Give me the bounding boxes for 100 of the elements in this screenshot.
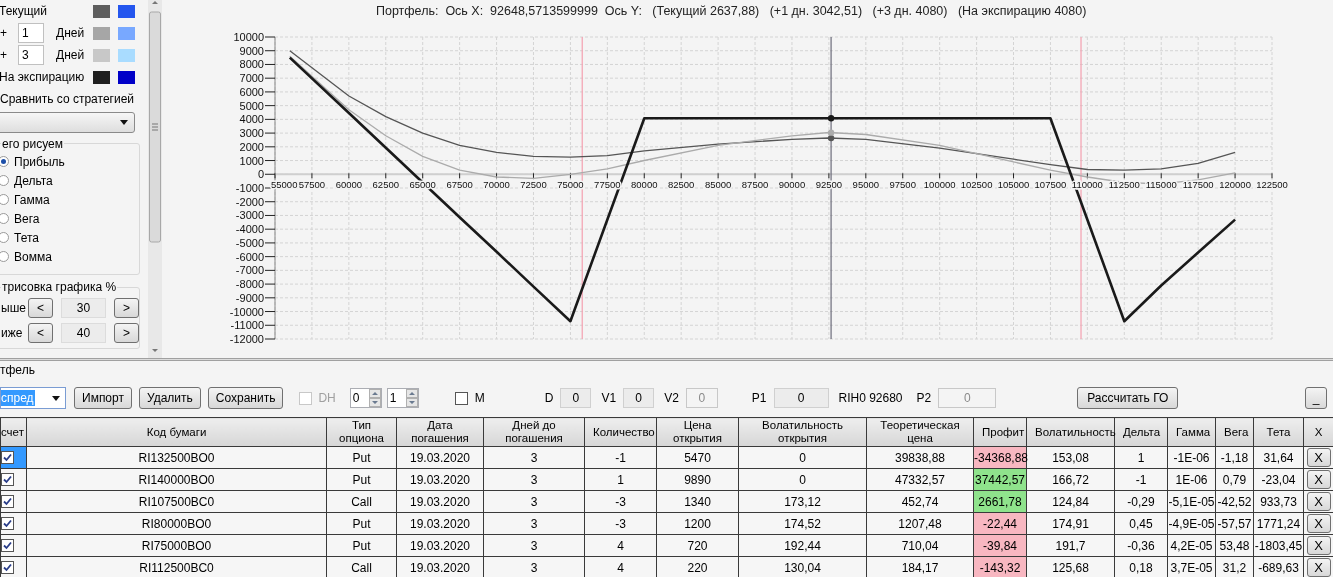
- column-header[interactable]: Тип опциона: [326, 417, 397, 447]
- calc-button[interactable]: Рассчитать ГО: [1077, 387, 1179, 409]
- increase-button[interactable]: >: [114, 323, 139, 343]
- table-cell: -1803,45: [1253, 534, 1304, 557]
- field-label: P2: [916, 390, 932, 407]
- radio-button[interactable]: [0, 194, 9, 205]
- delete-button[interactable]: X: [1306, 492, 1331, 511]
- y-tick-label: -2000: [235, 195, 264, 208]
- scrollbar[interactable]: [148, 0, 162, 358]
- row-checkbox[interactable]: [1, 451, 14, 464]
- color-swatch[interactable]: [118, 4, 135, 18]
- column-header[interactable]: Вега: [1215, 417, 1254, 447]
- column-header[interactable]: Тета: [1253, 417, 1304, 447]
- table-cell: -1: [584, 446, 657, 469]
- toolbar-button[interactable]: Импорт: [74, 387, 132, 409]
- radio-button[interactable]: [0, 232, 9, 243]
- compare-label: Сравнить со стратегией: [0, 91, 134, 108]
- decrease-button[interactable]: <: [28, 323, 53, 343]
- table-cell: 0,79: [1215, 468, 1254, 491]
- column-header[interactable]: Количество: [584, 417, 657, 447]
- x-tick-label: 55000: [271, 179, 298, 191]
- color-swatch[interactable]: [93, 48, 110, 62]
- days-field[interactable]: 3: [18, 45, 44, 65]
- caret-icon: [120, 120, 128, 125]
- delete-button[interactable]: X: [1306, 536, 1331, 555]
- color-swatch[interactable]: [118, 26, 135, 40]
- column-header[interactable]: Гамма: [1167, 417, 1216, 447]
- radio-label: Гамма: [14, 191, 50, 209]
- row-checkbox[interactable]: [1, 539, 14, 552]
- color-swatch[interactable]: [118, 70, 135, 84]
- value-field[interactable]: 0: [623, 388, 655, 408]
- radio-button[interactable]: [0, 251, 9, 262]
- y-tick-label: -11000: [230, 319, 264, 332]
- column-header[interactable]: Теоретическая цена: [866, 417, 974, 447]
- radio-label: Тета: [14, 229, 39, 247]
- days-field[interactable]: 1: [18, 23, 44, 43]
- delete-button[interactable]: X: [1306, 514, 1331, 533]
- table-cell: RI75000BO0: [26, 534, 327, 557]
- row-checkbox[interactable]: [1, 495, 14, 508]
- table-cell: 173,12: [738, 490, 867, 513]
- decrease-button[interactable]: <: [28, 298, 53, 318]
- x-tick-label: 80000: [631, 179, 658, 191]
- column-header[interactable]: Дата погашения: [396, 417, 484, 447]
- table-row[interactable]: RI112500BC0 Call 19.03.2020 3 4 220 130,04 184,17 -143,32 125,68 0,18 3,7E-05 31,2 -689,63 X: [0, 556, 1333, 577]
- value-field[interactable]: 0: [773, 388, 829, 408]
- table-cell: 720: [656, 534, 739, 557]
- table-row[interactable]: RI107500BC0 Call 19.03.2020 3 -3 1340 173,12 452,74 2661,78 124,84 -0,29 -5,1E-05 -42,52 933,73 X: [0, 490, 1333, 513]
- radio-button[interactable]: [0, 213, 9, 224]
- table-cell: 124,84: [1026, 490, 1115, 513]
- m-checkbox[interactable]: [454, 391, 468, 405]
- x-tick-label: 92500: [815, 179, 843, 191]
- row-checkbox[interactable]: [1, 517, 14, 530]
- row-checkbox[interactable]: [1, 473, 14, 486]
- radio-button[interactable]: [0, 156, 9, 167]
- column-header[interactable]: Профит: [973, 417, 1027, 447]
- table-cell: RI140000BO0: [26, 468, 327, 491]
- table-row[interactable]: RI75000BO0 Put 19.03.2020 3 4 720 192,44 710,04 -39,84 191,7 -0,36 4,2E-05 53,48 -1803,45 X: [0, 534, 1333, 557]
- delete-button[interactable]: X: [1306, 470, 1331, 489]
- field-label: P1: [751, 390, 767, 407]
- legend-label: Текущий: [0, 3, 47, 20]
- increase-button[interactable]: >: [114, 298, 139, 318]
- toolbar-button[interactable]: Удалить: [138, 387, 201, 409]
- y-tick-label: -12000: [229, 333, 264, 345]
- color-swatch[interactable]: [93, 26, 110, 40]
- table-row[interactable]: RI80000BO0 Put 19.03.2020 3 -3 1200 174,52 1207,48 -22,44 174,91 0,45 -4,9E-05 -57,57 1771,24 X: [0, 512, 1333, 535]
- radio-button[interactable]: [0, 175, 9, 186]
- column-header[interactable]: Цена открытия: [656, 417, 739, 447]
- column-header[interactable]: Код бумаги: [26, 417, 327, 447]
- minimize-button[interactable]: _: [1305, 387, 1327, 409]
- delete-button[interactable]: X: [1306, 448, 1331, 467]
- table-cell: 5470: [656, 446, 739, 469]
- column-header[interactable]: Дельта: [1114, 417, 1168, 447]
- table-cell: 47332,57: [866, 468, 974, 491]
- color-swatch[interactable]: [93, 70, 110, 84]
- delete-button[interactable]: X: [1306, 558, 1331, 577]
- y-tick-label: -4000: [235, 223, 264, 236]
- table-cell: -5,1E-05: [1167, 490, 1216, 513]
- x-tick-label: 95000: [852, 179, 880, 191]
- spin-arrows-icon[interactable]: [368, 389, 381, 407]
- value-field[interactable]: 0: [560, 388, 592, 408]
- table-cell: 53,48: [1215, 534, 1254, 557]
- toolbar-button[interactable]: Сохранить: [207, 387, 284, 409]
- spin-arrows-icon[interactable]: [405, 389, 418, 407]
- table-cell: 4: [584, 534, 657, 557]
- table-cell: Put: [326, 468, 397, 491]
- spinner-field[interactable]: 0: [349, 388, 382, 408]
- row-checkbox[interactable]: [1, 561, 14, 574]
- column-header[interactable]: Волатильность открытия: [738, 417, 867, 447]
- column-header[interactable]: X: [1303, 417, 1333, 447]
- strategy-dropdown[interactable]: [0, 112, 135, 133]
- spinner-field[interactable]: 1: [386, 388, 419, 408]
- color-swatch[interactable]: [118, 48, 135, 62]
- table-row[interactable]: RI140000BO0 Put 19.03.2020 3 1 9890 0 47332,57 37442,57 166,72 -1 1E-06 0,79 -23,04 X: [0, 468, 1333, 491]
- color-swatch[interactable]: [93, 4, 110, 18]
- x-tick-label: 97500: [889, 179, 916, 191]
- y-tick-label: -8000: [235, 278, 264, 291]
- table-cell: 710,04: [866, 534, 974, 557]
- column-header[interactable]: счет: [0, 417, 27, 447]
- column-header[interactable]: Дней до погашения: [483, 417, 585, 447]
- table-cell: 1: [1114, 446, 1168, 469]
